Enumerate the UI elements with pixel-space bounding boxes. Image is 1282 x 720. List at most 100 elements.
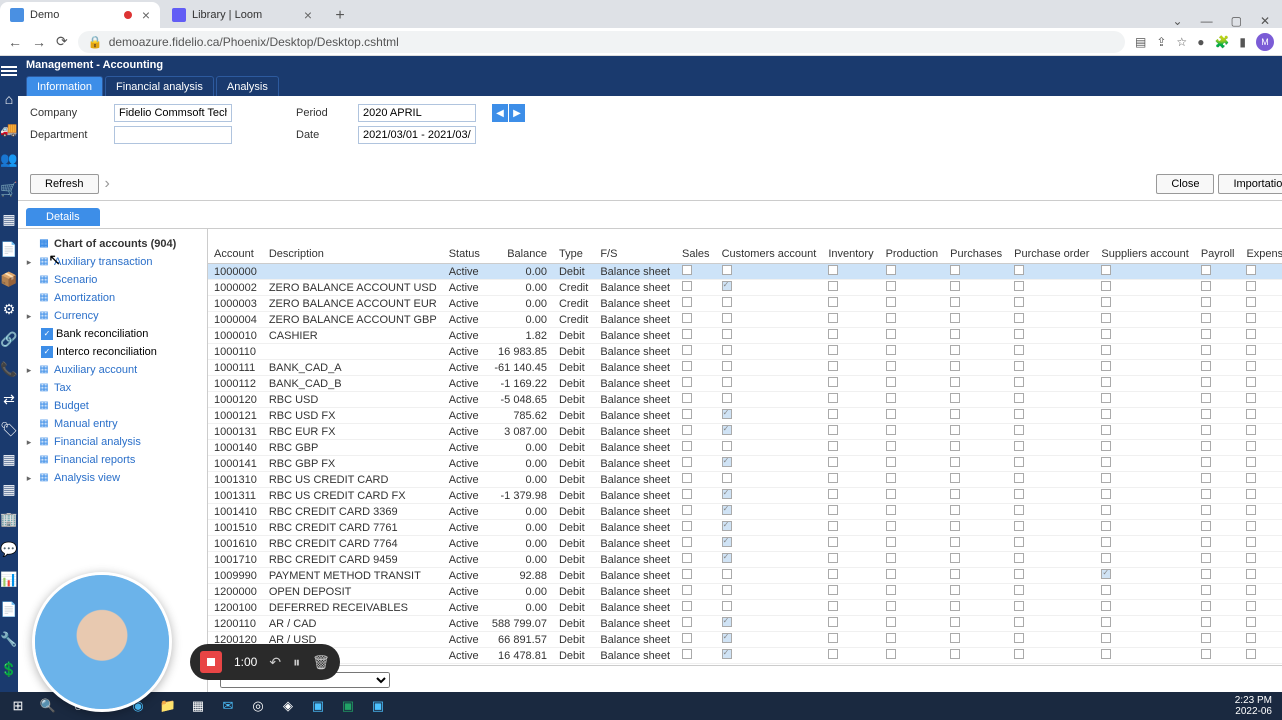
column-header[interactable]: Suppliers account	[1095, 245, 1194, 264]
file-icon[interactable]: 📄	[0, 600, 18, 618]
column-header[interactable]: Description	[263, 245, 443, 264]
accounts-grid[interactable]: AccountDescriptionStatusBalanceTypeF/SSa…	[208, 245, 1282, 665]
tree-item[interactable]: ▦Chart of accounts (904)	[22, 235, 203, 253]
chevron-right-icon[interactable]: ›	[105, 175, 110, 193]
extension-icon[interactable]: ▤	[1135, 35, 1146, 49]
company-input[interactable]	[114, 104, 232, 122]
tree-item[interactable]: ✓Bank reconciliation	[22, 325, 203, 343]
close-window-icon[interactable]: ✕	[1260, 14, 1270, 28]
column-header[interactable]: Balance	[486, 245, 553, 264]
table-row[interactable]: 1001610RBC CREDIT CARD 7764Active0.00Deb…	[208, 536, 1282, 552]
wrench-icon[interactable]: 🔧	[0, 630, 18, 648]
share-icon[interactable]: ⇪	[1156, 35, 1166, 49]
close-button[interactable]: Close	[1156, 174, 1214, 194]
column-header[interactable]: Purchases	[944, 245, 1008, 264]
url-bar[interactable]: 🔒 demoazure.fidelio.ca/Phoenix/Desktop/D…	[78, 31, 1125, 53]
tree-item[interactable]: ✓Interco reconciliation	[22, 343, 203, 361]
table-row[interactable]: 1000112BANK_CAD_BActive-1 169.22DebitBal…	[208, 376, 1282, 392]
tab-financial-analysis[interactable]: Financial analysis	[105, 76, 214, 96]
tab-close-icon[interactable]: ×	[304, 7, 312, 23]
column-header[interactable]: Customers account	[716, 245, 823, 264]
column-header[interactable]: Inventory	[822, 245, 879, 264]
column-header[interactable]: Production	[880, 245, 945, 264]
browser-tab-1[interactable]: Demo ×	[0, 2, 160, 28]
forward-icon[interactable]: →	[32, 34, 46, 50]
gear-icon[interactable]: ⚙	[0, 300, 18, 318]
column-header[interactable]: Payroll	[1195, 245, 1241, 264]
tag-icon[interactable]: 🏷	[0, 420, 18, 438]
table-row[interactable]: 1000110Active16 983.85DebitBalance sheet…	[208, 344, 1282, 360]
tree-item[interactable]: ▸▦Currency	[22, 307, 203, 325]
system-clock[interactable]: 2:23 PM 2022-06	[1235, 695, 1278, 717]
tree-item[interactable]: ▸▦Auxiliary account	[22, 361, 203, 379]
grid-icon[interactable]: ▦	[0, 480, 18, 498]
importation-button[interactable]: Importation	[1218, 174, 1282, 194]
period-input[interactable]	[358, 104, 476, 122]
table-row[interactable]: 1001310RBC US CREDIT CARDActive0.00Debit…	[208, 472, 1282, 488]
date-input[interactable]	[358, 126, 476, 144]
refresh-button[interactable]: Refresh	[30, 174, 99, 194]
box-icon[interactable]: 📦	[0, 270, 18, 288]
department-input[interactable]	[114, 126, 232, 144]
tree-item[interactable]: ▦Manual entry	[22, 415, 203, 433]
column-header[interactable]: Type	[553, 245, 594, 264]
outlook-icon[interactable]: ▣	[304, 694, 332, 718]
document-icon[interactable]: 📄	[0, 240, 18, 258]
table-row[interactable]: 1200120AR / USDActive66 891.57DebitBalan…	[208, 632, 1282, 648]
star-icon[interactable]: ☆	[1176, 35, 1187, 49]
column-header[interactable]: F/S	[594, 245, 676, 264]
new-tab-button[interactable]: +	[328, 4, 352, 28]
undo-icon[interactable]: ↶	[269, 654, 281, 671]
table-row[interactable]: 1200000OPEN DEPOSITActive0.00DebitBalanc…	[208, 584, 1282, 600]
grid-icon[interactable]: ▦	[0, 450, 18, 468]
table-row[interactable]: 1001510RBC CREDIT CARD 7761Active0.00Deb…	[208, 520, 1282, 536]
column-header[interactable]: Expense account	[1240, 245, 1282, 264]
period-prev-button[interactable]: ◀	[492, 104, 508, 122]
hamburger-icon[interactable]	[0, 60, 18, 78]
table-row[interactable]: 1000131RBC EUR FXActive3 087.00DebitBala…	[208, 424, 1282, 440]
truck-icon[interactable]: 🚚	[0, 120, 18, 138]
tab-close-icon[interactable]: ×	[142, 7, 150, 23]
back-icon[interactable]: ←	[8, 34, 22, 50]
tree-item[interactable]: ▦Financial reports	[22, 451, 203, 469]
table-row[interactable]: 1000140RBC GBPActive0.00DebitBalance she…	[208, 440, 1282, 456]
loom-webcam-bubble[interactable]	[32, 572, 172, 712]
trash-icon[interactable]: 🗑	[312, 654, 330, 671]
column-header[interactable]: Sales	[676, 245, 716, 264]
table-row[interactable]: 1000010CASHIERActive1.82DebitBalance she…	[208, 328, 1282, 344]
tree-item[interactable]: ▦Budget	[22, 397, 203, 415]
table-row[interactable]: 1200100DEFERRED RECEIVABLESActive0.00Deb…	[208, 600, 1282, 616]
table-row[interactable]: 1001311RBC US CREDIT CARD FXActive-1 379…	[208, 488, 1282, 504]
column-header[interactable]: Purchase order	[1008, 245, 1095, 264]
table-row[interactable]: 1000000Active0.00DebitBalance sheetCash …	[208, 264, 1282, 280]
table-row[interactable]: 1000120RBC USDActive-5 048.65DebitBalanc…	[208, 392, 1282, 408]
puzzle-icon[interactable]: 🧩	[1214, 35, 1229, 49]
table-row[interactable]: 1000111BANK_CAD_AActive-61 140.45DebitBa…	[208, 360, 1282, 376]
extension-icon[interactable]: ●	[1197, 35, 1204, 49]
tab-analysis[interactable]: Analysis	[216, 76, 279, 96]
tree-item[interactable]: ▦Tax	[22, 379, 203, 397]
app-icon[interactable]: ▦	[184, 694, 212, 718]
tree-item[interactable]: ▦Scenario	[22, 271, 203, 289]
excel-icon[interactable]: ▣	[334, 694, 362, 718]
table-row[interactable]: 1200121AR / USD FXActive16 478.81DebitBa…	[208, 648, 1282, 664]
maximize-icon[interactable]: ▢	[1231, 14, 1242, 28]
building-icon[interactable]: 🏢	[0, 510, 18, 528]
table-row[interactable]: 1001410RBC CREDIT CARD 3369Active0.00Deb…	[208, 504, 1282, 520]
browser-tab-2[interactable]: Library | Loom ×	[162, 2, 322, 28]
reload-icon[interactable]: ⟳	[56, 33, 68, 50]
money-icon[interactable]: 💲	[0, 660, 18, 678]
word-icon[interactable]: ▣	[364, 694, 392, 718]
tree-item[interactable]: ▸▦Financial analysis	[22, 433, 203, 451]
people-icon[interactable]: 👥	[0, 150, 18, 168]
chrome-icon[interactable]: ◎	[244, 694, 272, 718]
tab-information[interactable]: Information	[26, 76, 103, 96]
chat-icon[interactable]: 💬	[0, 540, 18, 558]
tree-item[interactable]: ▸▦Analysis view	[22, 469, 203, 487]
table-row[interactable]: 1000121RBC USD FXActive785.62DebitBalanc…	[208, 408, 1282, 424]
period-next-button[interactable]: ▶	[509, 104, 525, 122]
inventory-icon[interactable]: ▦	[0, 210, 18, 228]
chart-icon[interactable]: 📊	[0, 570, 18, 588]
table-row[interactable]: 1001710RBC CREDIT CARD 9459Active0.00Deb…	[208, 552, 1282, 568]
column-header[interactable]: Status	[443, 245, 486, 264]
